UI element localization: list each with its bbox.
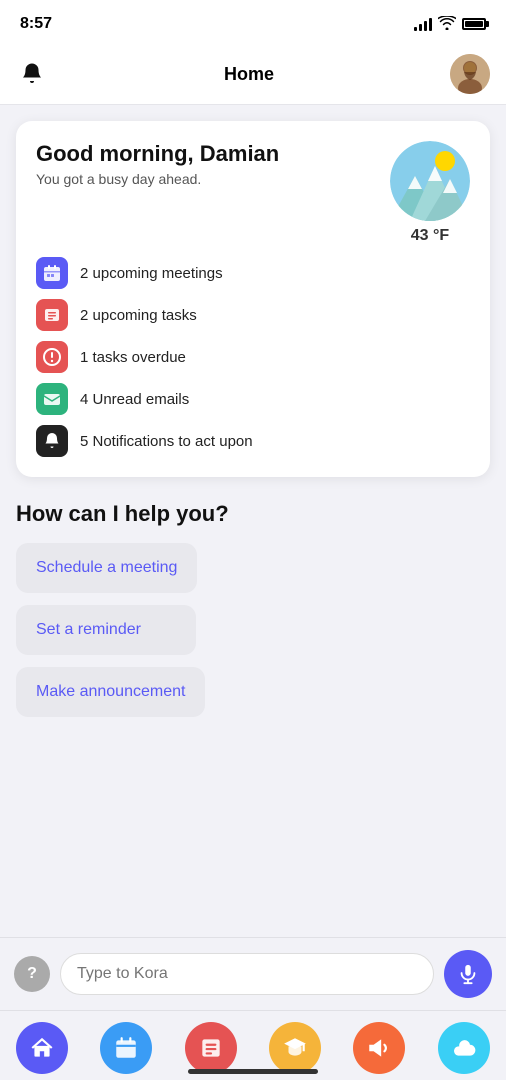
mic-button[interactable] <box>444 950 492 998</box>
signal-icon <box>414 17 432 31</box>
header: Home <box>0 44 506 105</box>
wifi-icon <box>438 16 456 33</box>
bell-button[interactable] <box>16 58 48 90</box>
stat-item-meetings: 2 upcoming meetings <box>36 257 470 289</box>
set-reminder-button[interactable]: Set a reminder <box>16 605 196 655</box>
nav-calendar-button[interactable] <box>100 1022 152 1074</box>
emails-icon <box>36 383 68 415</box>
calendar-nav-icon <box>113 1035 139 1061</box>
stat-label-overdue: 1 tasks overdue <box>80 349 186 366</box>
tasks-nav-icon <box>198 1035 224 1061</box>
weather-temp: 43 °F <box>411 227 449 245</box>
stat-label-notifications: 5 Notifications to act upon <box>80 433 253 450</box>
weather-widget: 43 °F <box>390 141 470 245</box>
meetings-icon <box>36 257 68 289</box>
megaphone-icon <box>366 1035 392 1061</box>
greeting-top: Good morning, Damian You got a busy day … <box>36 141 470 245</box>
nav-education-button[interactable] <box>269 1022 321 1074</box>
cloud-icon <box>451 1035 477 1061</box>
bottom-input-bar: ? <box>0 937 506 1010</box>
tasks-icon <box>36 299 68 331</box>
status-icons <box>414 16 486 33</box>
make-announcement-button[interactable]: Make announcement <box>16 667 205 717</box>
nav-tasks-button[interactable] <box>185 1022 237 1074</box>
stat-item-notifications: 5 Notifications to act upon <box>36 425 470 457</box>
battery-icon <box>462 18 486 30</box>
home-indicator <box>188 1069 318 1074</box>
stat-item-emails: 4 Unread emails <box>36 383 470 415</box>
nav-announce-button[interactable] <box>353 1022 405 1074</box>
home-icon <box>29 1035 55 1061</box>
status-bar: 8:57 <box>0 0 506 44</box>
help-label: ? <box>27 965 37 983</box>
main-content: Good morning, Damian You got a busy day … <box>0 105 506 733</box>
help-buttons: Schedule a meeting Set a reminder Make a… <box>16 543 490 717</box>
greeting-card: Good morning, Damian You got a busy day … <box>16 121 490 477</box>
stat-item-tasks: 2 upcoming tasks <box>36 299 470 331</box>
stat-item-overdue: 1 tasks overdue <box>36 341 470 373</box>
weather-image <box>390 141 470 221</box>
greeting-title: Good morning, Damian <box>36 141 279 167</box>
stat-label-tasks: 2 upcoming tasks <box>80 307 197 324</box>
notifications-icon <box>36 425 68 457</box>
greeting-subtitle: You got a busy day ahead. <box>36 171 279 187</box>
help-button[interactable]: ? <box>14 956 50 992</box>
schedule-meeting-button[interactable]: Schedule a meeting <box>16 543 197 593</box>
avatar[interactable] <box>450 54 490 94</box>
graduation-icon <box>282 1035 308 1061</box>
help-title: How can I help you? <box>16 501 490 527</box>
stat-list: 2 upcoming meetings 2 upcoming tasks <box>36 257 470 457</box>
overdue-icon <box>36 341 68 373</box>
nav-cloud-button[interactable] <box>438 1022 490 1074</box>
mic-icon <box>457 963 479 985</box>
status-time: 8:57 <box>20 15 52 33</box>
greeting-text-block: Good morning, Damian You got a busy day … <box>36 141 279 187</box>
help-section: How can I help you? Schedule a meeting S… <box>16 501 490 717</box>
kora-input[interactable] <box>60 953 434 995</box>
page-title: Home <box>224 64 274 85</box>
nav-home-button[interactable] <box>16 1022 68 1074</box>
stat-label-emails: 4 Unread emails <box>80 391 189 408</box>
stat-label-meetings: 2 upcoming meetings <box>80 265 223 282</box>
